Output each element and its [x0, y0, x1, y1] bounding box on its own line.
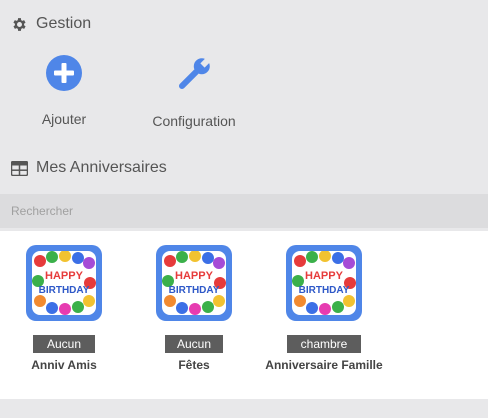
plus-circle-icon	[45, 54, 83, 97]
status-badge: Aucun	[165, 335, 223, 353]
status-badge: Aucun	[33, 335, 95, 353]
table-icon	[11, 160, 28, 176]
list-item-anniv-amis[interactable]: HAPPY BIRTHDAY Aucun Anniv Amis	[4, 245, 124, 372]
list-item-anniversaire-famille[interactable]: HAPPY BIRTHDAY chambre Anniversaire Fami…	[264, 245, 384, 372]
svg-text:BIRTHDAY: BIRTHDAY	[39, 285, 90, 296]
bottom-strip	[0, 399, 488, 418]
svg-text:BIRTHDAY: BIRTHDAY	[299, 285, 350, 296]
add-button-label: Ajouter	[41, 111, 87, 127]
anniversaires-section-title: Mes Anniversaires	[11, 159, 167, 177]
gear-icon	[11, 16, 28, 33]
anniversaires-title-label: Mes Anniversaires	[36, 159, 167, 176]
status-badge: chambre	[287, 335, 361, 353]
happy-birthday-balloons-icon: HAPPY BIRTHDAY	[286, 245, 362, 321]
svg-text:HAPPY: HAPPY	[175, 270, 214, 282]
list-item-label: Anniversaire Famille	[265, 358, 383, 372]
wrench-icon	[174, 54, 214, 99]
happy-birthday-balloons-icon: HAPPY BIRTHDAY	[156, 245, 232, 321]
svg-text:BIRTHDAY: BIRTHDAY	[169, 285, 220, 296]
gestion-title-label: Gestion	[36, 15, 92, 32]
gestion-section-title: Gestion	[11, 15, 91, 33]
configuration-button[interactable]: Configuration	[144, 54, 244, 129]
list-item-label: Fêtes	[178, 358, 210, 372]
anniversaires-list: HAPPY BIRTHDAY Aucun Anniv Amis HAPPY BI…	[0, 231, 488, 399]
search-input[interactable]	[0, 194, 488, 228]
list-item-fetes[interactable]: HAPPY BIRTHDAY Aucun Fêtes	[134, 245, 254, 372]
svg-text:HAPPY: HAPPY	[305, 270, 344, 282]
svg-text:HAPPY: HAPPY	[45, 270, 84, 282]
configuration-button-label: Configuration	[152, 113, 236, 129]
search-bar	[0, 194, 488, 228]
happy-birthday-balloons-icon: HAPPY BIRTHDAY	[26, 245, 102, 321]
list-item-label: Anniv Amis	[31, 358, 97, 372]
add-button[interactable]: Ajouter	[27, 54, 101, 127]
